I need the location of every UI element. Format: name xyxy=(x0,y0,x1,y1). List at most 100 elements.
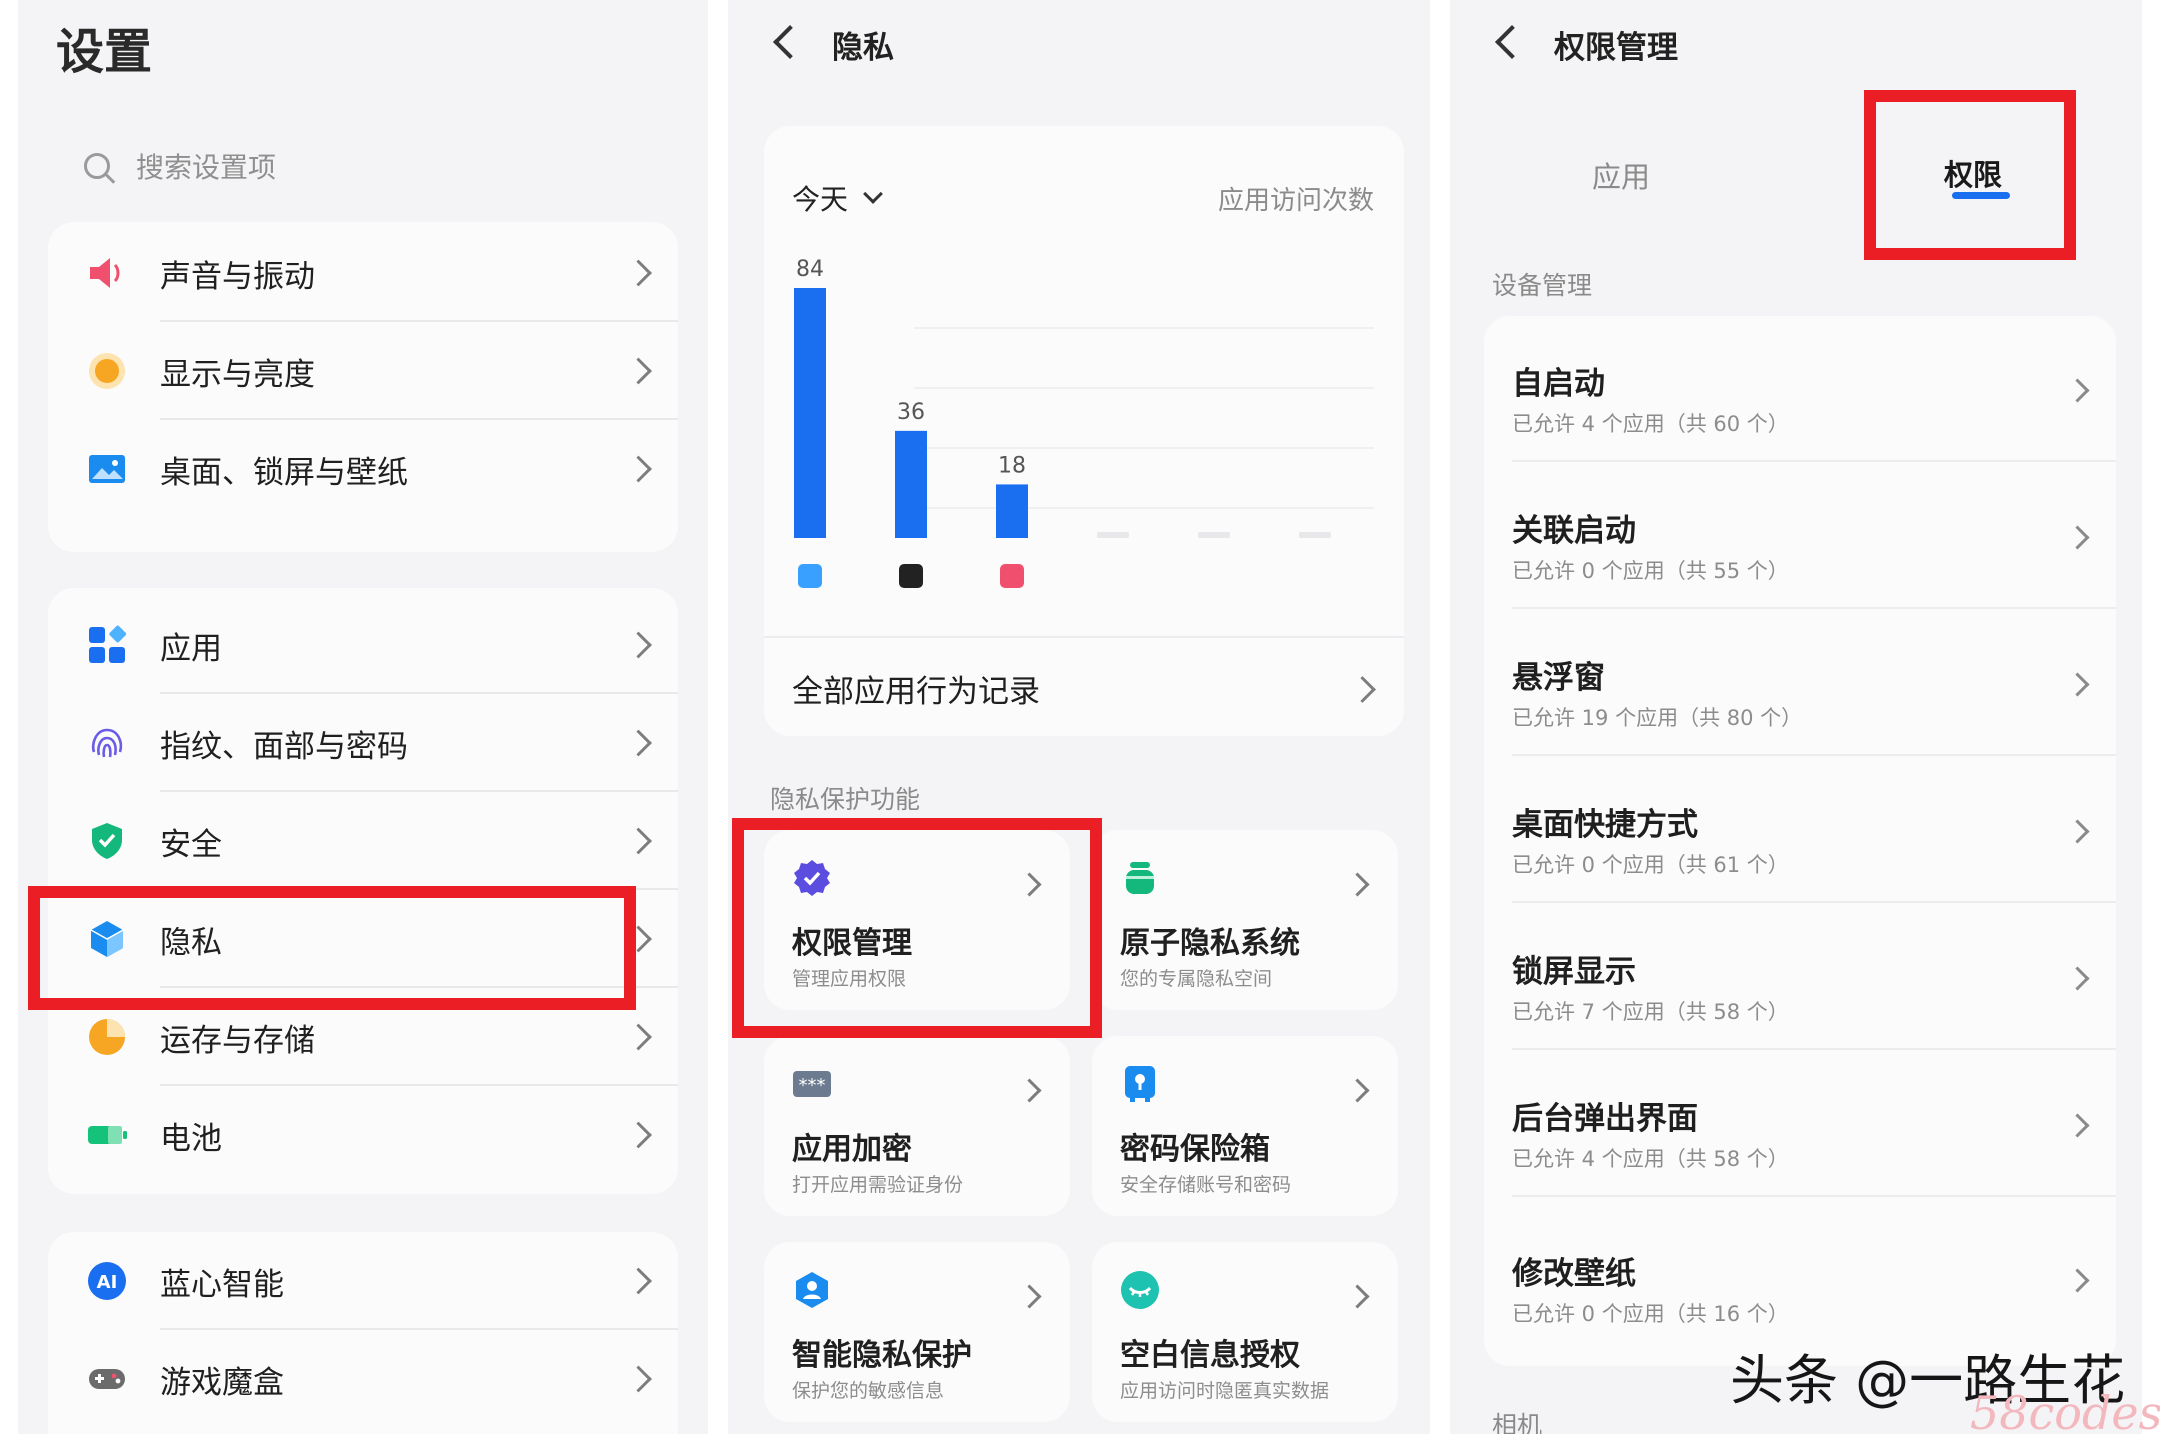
battery-icon xyxy=(86,1114,128,1156)
chart-data-label: 84 xyxy=(796,257,824,282)
storage-pie-icon xyxy=(86,1016,128,1058)
permission-row-lockscreen-display[interactable]: 锁屏显示 已允许 7 个应用（共 58 个） xyxy=(1484,904,2116,1050)
settings-item-sound[interactable]: 声音与振动 xyxy=(48,224,678,322)
settings-item-fingerprint[interactable]: 指纹、面部与密码 xyxy=(48,694,678,792)
feature-smart-privacy[interactable]: 智能隐私保护 保护您的敏感信息 xyxy=(764,1242,1070,1422)
highlight-box xyxy=(732,818,1102,1038)
settings-item-label: 显示与亮度 xyxy=(160,356,315,393)
chevron-right-icon xyxy=(625,1121,652,1149)
feature-subtitle: 安全存储账号和密码 xyxy=(1120,1174,1292,1196)
settings-panel: 设置 搜索设置项 声音与振动 显示与亮度 桌面、锁屏与壁纸 应用 指纹、面部与密… xyxy=(18,0,708,1434)
permission-subtitle: 已允许 4 个应用（共 58 个） xyxy=(1512,1147,1789,1171)
settings-item-game[interactable]: 游戏魔盒 xyxy=(48,1330,678,1428)
feature-password-vault[interactable]: 密码保险箱 安全存储账号和密码 xyxy=(1092,1036,1398,1216)
site-watermark: 58codes xyxy=(1970,1386,2160,1440)
privacy-panel: 隐私 今天 应用访问次数 84 36 18 全部应用行为记录 隐私保护功能 权限管理… xyxy=(728,0,1430,1434)
permission-title: 后台弹出界面 xyxy=(1512,1101,1698,1137)
chevron-right-icon xyxy=(1017,1284,1042,1309)
chevron-right-icon xyxy=(625,729,652,757)
page-title: 权限管理 xyxy=(1554,30,1678,66)
atom-privacy-icon xyxy=(1120,858,1160,898)
feature-subtitle: 应用访问时隐匿真实数据 xyxy=(1120,1380,1330,1402)
chart-bar-empty xyxy=(1097,532,1129,538)
safe-box-icon xyxy=(1120,1064,1160,1104)
search-icon xyxy=(84,153,110,179)
chevron-right-icon xyxy=(2065,672,2090,697)
chevron-right-icon xyxy=(2065,819,2090,844)
settings-item-label: 运存与存储 xyxy=(160,1022,315,1059)
chevron-right-icon xyxy=(1017,1078,1042,1103)
feature-subtitle: 您的专属隐私空间 xyxy=(1120,968,1273,990)
permission-row-background-popup[interactable]: 后台弹出界面 已允许 4 个应用（共 58 个） xyxy=(1484,1051,2116,1197)
chart-bar xyxy=(895,430,927,538)
permission-subtitle: 已允许 0 个应用（共 55 个） xyxy=(1512,559,1789,583)
chevron-right-icon xyxy=(2065,966,2090,991)
highlight-box xyxy=(28,886,636,1010)
chart-data-label: 18 xyxy=(998,453,1026,478)
eye-closed-icon xyxy=(1120,1270,1160,1310)
permission-row-linked-start[interactable]: 关联启动 已允许 0 个应用（共 55 个） xyxy=(1484,463,2116,609)
feature-app-lock[interactable]: *** 应用加密 打开应用需验证身份 xyxy=(764,1036,1070,1216)
settings-item-label: 桌面、锁屏与壁纸 xyxy=(160,454,408,491)
settings-group-display: 声音与振动 显示与亮度 桌面、锁屏与壁纸 xyxy=(48,222,678,552)
settings-item-label: 声音与振动 xyxy=(160,258,315,295)
settings-item-wallpaper[interactable]: 桌面、锁屏与壁纸 xyxy=(48,420,678,518)
tab-apps[interactable]: 应用 xyxy=(1592,154,1650,196)
chevron-right-icon xyxy=(625,1365,652,1393)
gamepad-icon xyxy=(86,1358,128,1400)
chevron-right-icon xyxy=(625,455,652,483)
page-title: 隐私 xyxy=(832,30,894,66)
settings-item-security[interactable]: 安全 xyxy=(48,792,678,890)
access-bar-chart: 84 36 18 xyxy=(794,257,1374,588)
feature-atom-privacy[interactable]: 原子隐私系统 您的专属隐私空间 xyxy=(1092,830,1398,1010)
settings-item-battery[interactable]: 电池 xyxy=(48,1086,678,1184)
page-title: 设置 xyxy=(56,24,153,80)
ai-icon: AI xyxy=(86,1260,128,1302)
back-arrow-icon[interactable] xyxy=(773,25,807,59)
chevron-right-icon xyxy=(1345,1078,1370,1103)
chevron-right-icon xyxy=(1349,676,1376,703)
chart-data-label: 36 xyxy=(897,400,925,425)
search-input[interactable]: 搜索设置项 xyxy=(54,128,674,204)
feature-subtitle: 打开应用需验证身份 xyxy=(792,1174,964,1196)
back-arrow-icon[interactable] xyxy=(1495,25,1529,59)
chevron-right-icon xyxy=(625,827,652,855)
feature-title: 智能隐私保护 xyxy=(792,1338,972,1373)
permission-subtitle: 已允许 7 个应用（共 58 个） xyxy=(1512,1000,1789,1024)
section-label-camera: 相机 xyxy=(1492,1411,1543,1434)
chart-bar xyxy=(794,288,826,538)
settings-item-label: 电池 xyxy=(160,1120,222,1157)
feature-title: 密码保险箱 xyxy=(1120,1132,1270,1167)
permission-subtitle: 已允许 19 个应用（共 80 个） xyxy=(1512,706,1803,730)
chevron-right-icon xyxy=(2065,1268,2090,1293)
permission-list: 自启动 已允许 4 个应用（共 60 个） 关联启动 已允许 0 个应用（共 5… xyxy=(1484,316,2116,1366)
permission-title: 自启动 xyxy=(1512,366,1605,402)
settings-item-display[interactable]: 显示与亮度 xyxy=(48,322,678,420)
settings-group-extras: AI 蓝心智能 游戏魔盒 xyxy=(48,1232,678,1434)
feature-title: 原子隐私系统 xyxy=(1120,926,1300,961)
wallpaper-icon xyxy=(86,448,128,490)
permission-row-change-wallpaper[interactable]: 修改壁纸 已允许 0 个应用（共 16 个） xyxy=(1484,1206,2116,1352)
permission-row-floating-window[interactable]: 悬浮窗 已允许 19 个应用（共 80 个） xyxy=(1484,610,2116,756)
fingerprint-icon xyxy=(86,722,128,764)
chevron-right-icon xyxy=(1345,872,1370,897)
feature-blank-info-auth[interactable]: 空白信息授权 应用访问时隐匿真实数据 xyxy=(1092,1242,1398,1422)
permission-title: 悬浮窗 xyxy=(1512,660,1605,696)
chart-bar-empty xyxy=(1198,532,1230,538)
svg-text:AI: AI xyxy=(97,1272,118,1293)
all-app-records-link[interactable]: 全部应用行为记录 xyxy=(792,666,1040,711)
permission-subtitle: 已允许 0 个应用（共 61 个） xyxy=(1512,853,1789,877)
permission-title: 关联启动 xyxy=(1512,513,1636,549)
settings-item-apps[interactable]: 应用 xyxy=(48,596,678,694)
chevron-right-icon xyxy=(2065,525,2090,550)
permission-row-autostart[interactable]: 自启动 已允许 4 个应用（共 60 个） xyxy=(1484,316,2116,462)
feature-title: 空白信息授权 xyxy=(1120,1338,1300,1373)
chart-bar-empty xyxy=(1299,532,1331,538)
svg-text:***: *** xyxy=(799,1075,826,1096)
settings-item-ai[interactable]: AI 蓝心智能 xyxy=(48,1232,678,1330)
chevron-right-icon xyxy=(625,631,652,659)
user-shield-icon xyxy=(792,1270,832,1310)
settings-item-label: 游戏魔盒 xyxy=(160,1364,284,1401)
permission-row-desktop-shortcut[interactable]: 桌面快捷方式 已允许 0 个应用（共 61 个） xyxy=(1484,757,2116,903)
shield-icon xyxy=(86,820,128,862)
